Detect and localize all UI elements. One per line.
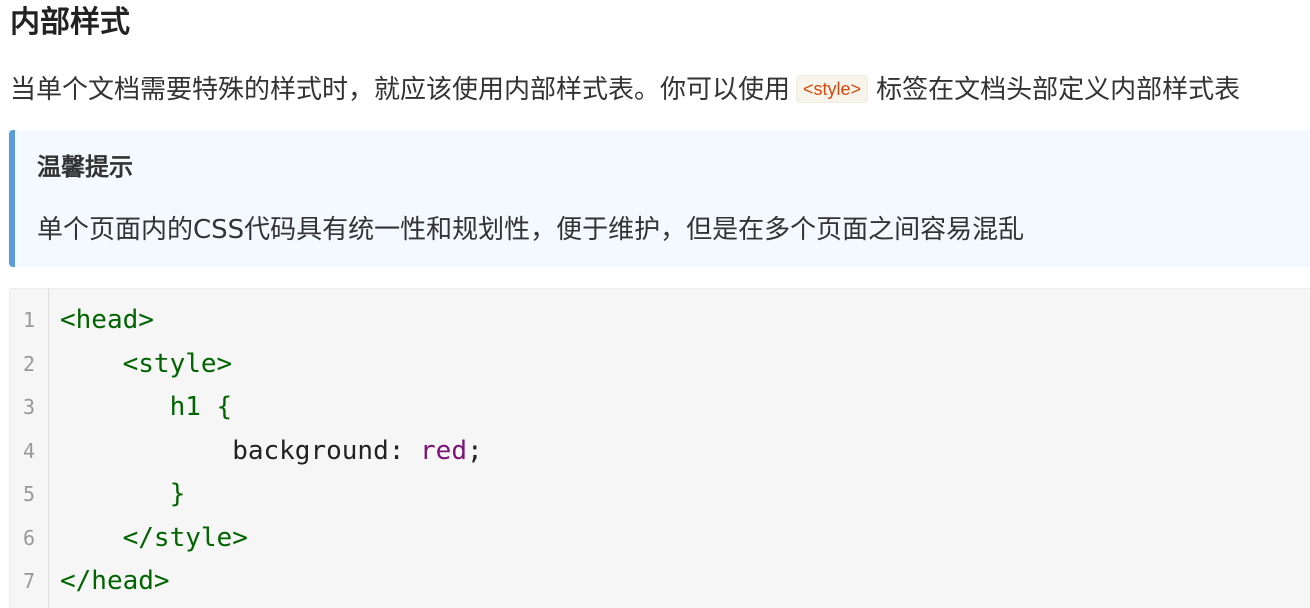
code-block: 1 <head> 2 <style> 3 h1 { 4 background: red;…	[9, 288, 1310, 608]
line-number: 4	[22, 438, 36, 463]
code-text: background: red;	[60, 430, 483, 474]
page-title: 内部样式	[10, 5, 130, 40]
code-text: </style>	[60, 517, 248, 561]
line-number: 3	[22, 395, 36, 419]
tip-title: 温馨提示	[37, 153, 133, 181]
code-token-plain: background:	[232, 435, 421, 466]
code-token-tag: }	[169, 479, 186, 509]
code-text: <head>	[60, 299, 154, 343]
line-number: 5	[22, 482, 36, 506]
article-section: 内部样式 当单个文档需要特殊的样式时，就应该使用内部样式表。你可以使用 <styl…	[0, 0, 1310, 608]
line-number: 1	[22, 308, 36, 332]
code-text: <style>	[60, 343, 233, 387]
tip-body: 单个页面内的CSS代码具有统一性和规划性，便于维护，但是在多个页面之间容易混乱	[37, 215, 1025, 245]
line-number: 6	[22, 525, 36, 550]
intro-text-before: 当单个文档需要特殊的样式时，就应该使用内部样式表。你可以使用	[10, 75, 791, 105]
tip-box: 温馨提示 单个页面内的CSS代码具有统一性和规划性，便于维护，但是在多个页面之间…	[9, 130, 1310, 267]
code-token-tag: <head>	[60, 305, 154, 335]
code-token-plain: ;	[467, 435, 483, 466]
code-token-tag: <style>	[122, 348, 233, 379]
line-number: 2	[22, 351, 36, 376]
code-text: h1 {	[60, 386, 233, 430]
line-number: 7	[22, 569, 36, 593]
code-token-tag: h1 {	[169, 392, 233, 422]
intro-paragraph: 当单个文档需要特殊的样式时，就应该使用内部样式表。你可以使用 <style> 标签在…	[10, 44, 1310, 110]
code-token-tag: </head>	[60, 566, 170, 596]
code-token-val: red	[420, 435, 467, 466]
inline-code-style-tag: <style>	[796, 75, 869, 103]
intro-text-after: 标签在文档头部定义内部样式表	[876, 75, 1241, 105]
code-token-tag: </style>	[122, 522, 248, 553]
code-text: </head>	[60, 560, 170, 604]
code-text: }	[60, 473, 186, 517]
